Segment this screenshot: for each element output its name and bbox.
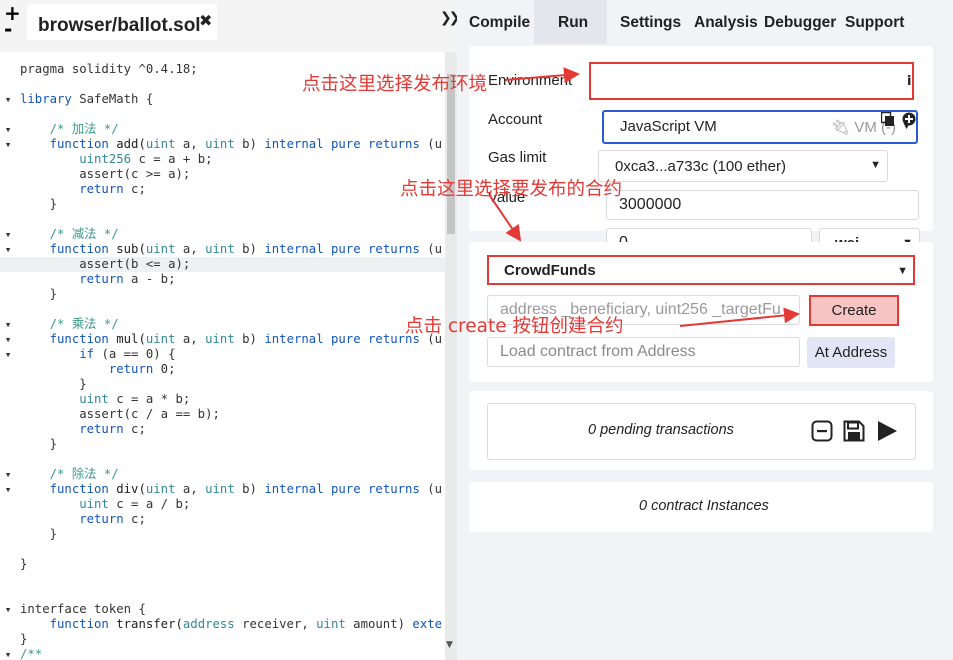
- arrow-to-create: [679, 307, 800, 327]
- arrow-to-contract: [489, 195, 522, 242]
- arrow-to-environment: [504, 67, 580, 84]
- annotation-arrows: [489, 67, 800, 327]
